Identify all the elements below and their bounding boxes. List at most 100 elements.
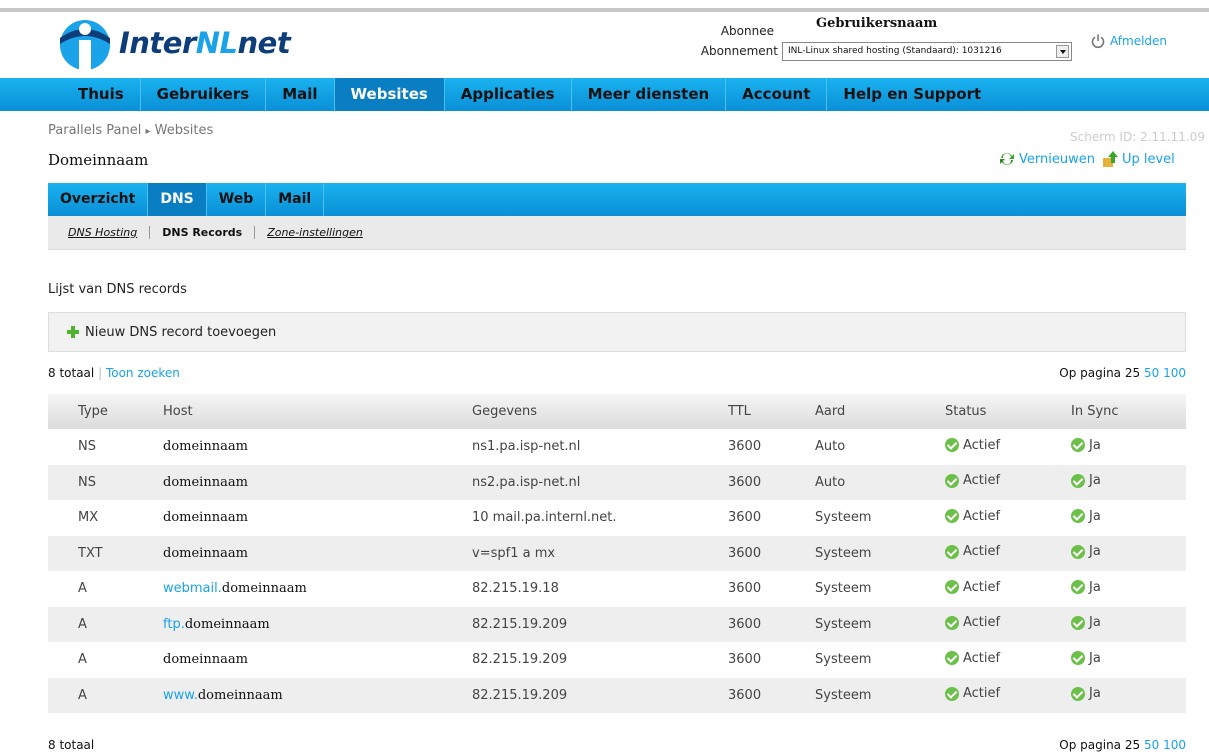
cell-ttl: 3600 xyxy=(728,652,762,668)
cell-host[interactable]: ftp.domeinnaam xyxy=(163,606,472,642)
check-circle-icon xyxy=(1071,438,1085,452)
nav-item-gebruikers[interactable]: Gebruikers xyxy=(141,78,267,111)
sync-label: Ja xyxy=(1089,686,1101,701)
host-prefix[interactable]: webmail. xyxy=(163,581,222,596)
domain-tabs: Overzicht DNS Web Mail xyxy=(48,183,1186,216)
col-host[interactable]: Host xyxy=(163,394,472,429)
host-prefix[interactable]: www. xyxy=(163,688,198,703)
col-ttl[interactable]: TTL xyxy=(728,394,815,429)
up-level-label: Up level xyxy=(1121,151,1175,167)
check-circle-icon xyxy=(945,473,959,488)
cell-type: A xyxy=(78,581,87,597)
check-circle-icon xyxy=(1071,473,1085,488)
host-name: domeinnaam xyxy=(197,687,283,703)
add-record-label: Nieuw DNS record toevoegen xyxy=(85,324,277,340)
status-label: Actief xyxy=(963,437,1001,453)
cell-host[interactable]: domeinnaam xyxy=(163,535,472,571)
status-label: Actief xyxy=(963,650,1001,666)
nav-item-thuis[interactable]: Thuis xyxy=(62,78,141,111)
breadcrumb-current[interactable]: Websites xyxy=(155,123,214,138)
cell-ttl: 3600 xyxy=(728,510,762,526)
dns-records-table: Type Host Gegevens TTL Aard Status In Sy… xyxy=(48,394,1186,713)
cell-type: TXT xyxy=(48,535,163,571)
nav-item-websites[interactable]: Websites xyxy=(334,78,445,111)
sync-label: Ja xyxy=(1089,473,1101,488)
cell-host[interactable]: webmail.domeinnaam xyxy=(163,571,472,607)
per-page-100[interactable]: 100 xyxy=(1163,738,1186,752)
per-page-label: Op pagina xyxy=(1059,738,1122,752)
nav-item-account[interactable]: Account xyxy=(726,78,828,111)
check-circle-icon xyxy=(945,509,959,523)
subtab-dns-hosting[interactable]: DNS Hosting xyxy=(68,226,137,239)
nav-item-applicaties[interactable]: Applicaties xyxy=(445,78,572,111)
cell-host[interactable]: domeinnaam xyxy=(163,642,472,678)
up-level-link[interactable]: Up level xyxy=(1101,150,1175,168)
breadcrumb-root[interactable]: Parallels Panel xyxy=(48,123,141,138)
table-row[interactable]: Adomeinnaam 82.215.19.209 3600 Systeem Actie… xyxy=(48,642,1186,678)
per-page-50[interactable]: 50 xyxy=(1144,366,1159,380)
cell-host[interactable]: domeinnaam xyxy=(163,464,472,500)
subtab-zone-instellingen[interactable]: Zone-instellingen xyxy=(267,226,363,239)
add-record-button[interactable]: Nieuw DNS record toevoegen xyxy=(67,325,276,340)
subscriber-label: Abonnee xyxy=(720,24,774,38)
cell-gegevens: 82.215.19.209 xyxy=(472,652,568,668)
tab-web[interactable]: Web xyxy=(207,183,267,216)
col-type[interactable]: Type xyxy=(48,394,163,429)
cell-status: Actief xyxy=(945,677,1071,713)
subtab-dns-records[interactable]: DNS Records xyxy=(162,226,242,239)
cell-type: NS xyxy=(48,464,163,500)
per-page-100[interactable]: 100 xyxy=(1163,366,1186,380)
nav-item-mail[interactable]: Mail xyxy=(266,78,335,111)
check-circle-icon xyxy=(945,686,959,701)
cell-aard: Systeem xyxy=(815,581,872,597)
tab-dns[interactable]: DNS xyxy=(148,183,207,216)
cell-host[interactable]: domeinnaam xyxy=(163,429,472,465)
cell-gegevens: 82.215.19.18 xyxy=(472,581,559,597)
internlnet-logo[interactable]: InterNLnet xyxy=(55,14,291,72)
host-name: domeinnaam xyxy=(163,474,248,490)
table-row[interactable]: NS domeinnaam ns1.pa.isp-net.nl 3600 Auto Act… xyxy=(48,429,1186,465)
divider xyxy=(149,226,151,239)
host-prefix[interactable]: ftp. xyxy=(163,617,185,632)
status-label: Actief xyxy=(963,544,1001,559)
status-label: Actief xyxy=(963,686,1001,701)
cell-aard: Systeem xyxy=(815,535,945,571)
logout-link[interactable]: Afmelden xyxy=(1090,33,1167,49)
per-page-25: 25 xyxy=(1124,366,1141,380)
page-title: Domeinnaam xyxy=(48,151,149,169)
nav-item-help[interactable]: Help en Support xyxy=(827,78,997,111)
cell-host[interactable]: domeinnaam xyxy=(163,500,472,536)
host-name: domeinnaam xyxy=(163,545,248,561)
cell-status: Actief xyxy=(945,642,1071,678)
tab-overzicht[interactable]: Overzicht xyxy=(48,183,149,216)
host-name: domeinnaam xyxy=(163,652,248,668)
check-circle-icon xyxy=(1071,615,1085,630)
table-row[interactable]: Awebmail.domeinnaam 82.215.19.18 3600 Syste… xyxy=(48,571,1186,607)
host-name: domeinnaam xyxy=(184,616,270,632)
show-search-link[interactable]: Toon zoeken xyxy=(106,366,180,380)
col-status[interactable]: Status xyxy=(945,394,1071,429)
list-title: Lijst van DNS records xyxy=(48,282,187,297)
pager-top: Op pagina 25 50 100 xyxy=(1059,366,1186,380)
col-gegevens[interactable]: Gegevens xyxy=(472,394,728,429)
refresh-link[interactable]: Vernieuwen xyxy=(998,151,1095,167)
cell-ttl: 3600 xyxy=(728,535,815,571)
tab-mail[interactable]: Mail xyxy=(266,183,325,216)
table-row[interactable]: TXT domeinnaam v=spf1 a mx 3600 Systeem Actie… xyxy=(48,535,1186,571)
table-row[interactable]: Awww.domeinnaam 82.215.19.209 3600 Systeem A… xyxy=(48,677,1186,713)
divider xyxy=(254,226,256,239)
cell-host[interactable]: www.domeinnaam xyxy=(163,677,472,713)
status-label: Actief xyxy=(963,473,1001,488)
cell-type: MX xyxy=(78,510,99,526)
table-row[interactable]: Aftp.domeinnaam 82.215.19.209 3600 Systeem A… xyxy=(48,606,1186,642)
per-page-50[interactable]: 50 xyxy=(1144,738,1159,752)
cell-gegevens: 82.215.19.209 xyxy=(472,606,728,642)
table-row[interactable]: MX domeinnaam 10 mail.pa.internl.net. 3600 S… xyxy=(48,500,1186,536)
chevron-down-icon[interactable] xyxy=(1056,45,1069,58)
col-aard[interactable]: Aard xyxy=(815,394,945,429)
subscription-select[interactable]: INL-Linux shared hosting (Standaard): 10… xyxy=(782,42,1072,61)
sync-label: Ja xyxy=(1089,437,1101,453)
col-in-sync[interactable]: In Sync xyxy=(1071,394,1186,429)
nav-item-meer-diensten[interactable]: Meer diensten xyxy=(572,78,727,111)
table-row[interactable]: NS domeinnaam ns2.pa.isp-net.nl 3600 Auto Act… xyxy=(48,464,1186,500)
